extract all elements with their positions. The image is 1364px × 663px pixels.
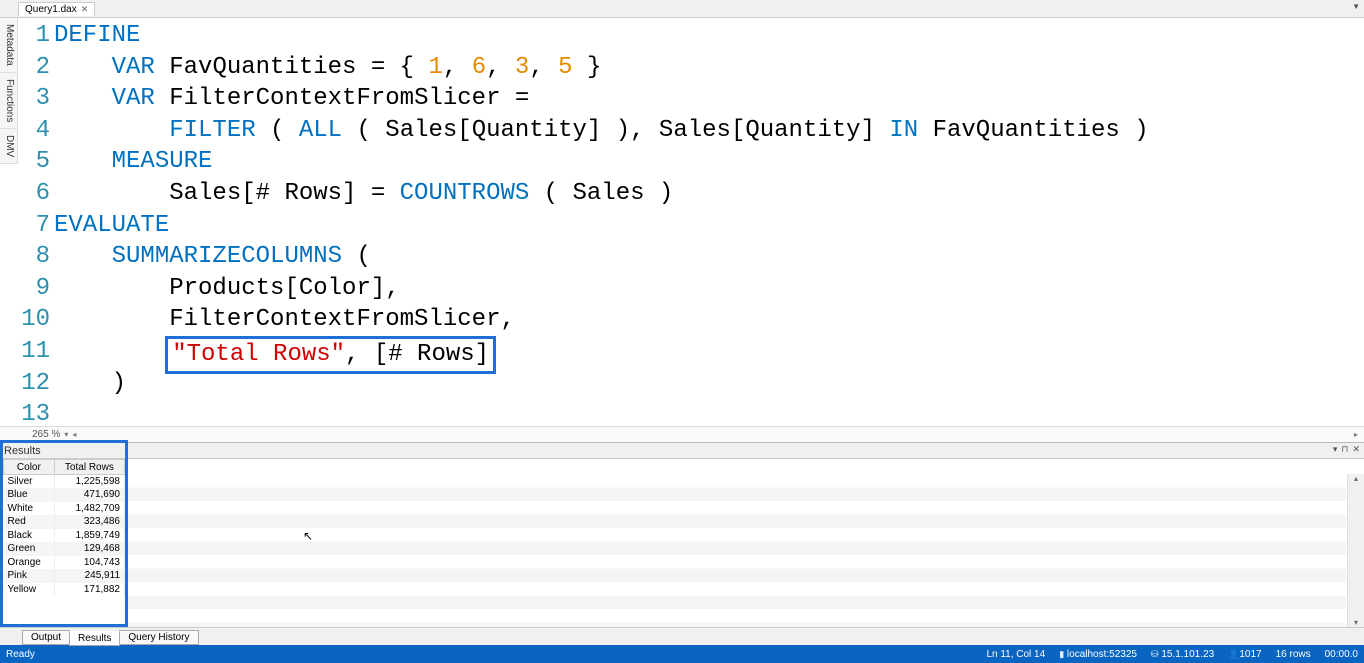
table-row[interactable]: Yellow171,882: [4, 583, 125, 597]
results-grid[interactable]: ColorTotal Rows Silver1,225,598Blue471,6…: [3, 459, 125, 596]
status-rows: 16 rows: [1276, 649, 1311, 660]
status-ready: Ready: [6, 649, 986, 660]
column-header[interactable]: Color: [4, 460, 55, 475]
table-row[interactable]: Orange104,743: [4, 556, 125, 570]
panel-dropdown-icon[interactable]: ▾: [1333, 444, 1338, 455]
results-title: Results: [4, 445, 41, 457]
hscroll-left-icon[interactable]: ◂: [72, 430, 76, 439]
side-tab-metadata[interactable]: Metadata: [0, 18, 17, 73]
side-tab-functions[interactable]: Functions: [0, 73, 17, 129]
status-bar: Ready Ln 11, Col 14 ▮ localhost:52325 ⛁ …: [0, 645, 1364, 663]
table-row[interactable]: Silver1,225,598: [4, 475, 125, 489]
left-tool-tabs: Metadata Functions DMV: [0, 18, 18, 164]
table-row[interactable]: Pink245,911: [4, 569, 125, 583]
document-tab-bar: Query1.dax ✕ ▼: [0, 0, 1364, 18]
status-time: 00:00.0: [1325, 649, 1358, 660]
line-gutter: 12345678910111213: [18, 18, 54, 426]
status-cursor-pos: Ln 11, Col 14: [986, 649, 1045, 660]
pin-icon[interactable]: ⊓: [1341, 444, 1348, 455]
table-row[interactable]: Blue471,690: [4, 488, 125, 502]
code-editor[interactable]: 12345678910111213 DEFINE VAR FavQuantiti…: [18, 18, 1364, 426]
table-row[interactable]: White1,482,709: [4, 502, 125, 516]
zoom-dropdown-icon[interactable]: ▾: [64, 430, 68, 439]
status-host: localhost:52325: [1067, 649, 1137, 660]
close-icon[interactable]: ✕: [81, 4, 89, 15]
server-icon: ▮: [1059, 649, 1064, 659]
results-empty-area: ↖: [128, 459, 1364, 627]
close-panel-icon[interactable]: ✕: [1352, 444, 1360, 455]
zoom-level[interactable]: 265 %: [32, 429, 60, 440]
editor-zoom-bar: 265 % ▾ ◂ ▸: [0, 426, 1364, 442]
results-grid-wrap: ColorTotal Rows Silver1,225,598Blue471,6…: [0, 459, 128, 627]
bottom-tab-strip: Output Results Query History: [0, 627, 1364, 645]
tab-query-history[interactable]: Query History: [119, 630, 198, 645]
code-content[interactable]: DEFINE VAR FavQuantities = { 1, 6, 3, 5 …: [54, 18, 1364, 426]
side-tab-dmv[interactable]: DMV: [0, 129, 17, 164]
document-tab[interactable]: Query1.dax ✕: [18, 2, 95, 16]
results-header: Results ▾ ⊓ ✕: [0, 443, 1364, 459]
hscroll-right-icon[interactable]: ▸: [1354, 430, 1358, 439]
status-users: 1017: [1239, 649, 1261, 660]
tab-output[interactable]: Output: [22, 630, 70, 645]
db-icon: ⛁: [1151, 649, 1159, 659]
status-version: 15.1.101.23: [1161, 649, 1214, 660]
tab-dropdown-icon[interactable]: ▼: [1352, 2, 1360, 11]
tab-title: Query1.dax: [25, 4, 77, 15]
table-row[interactable]: Green129,468: [4, 542, 125, 556]
tab-results[interactable]: Results: [69, 631, 120, 646]
column-header[interactable]: Total Rows: [54, 460, 124, 475]
results-scrollbar[interactable]: [1347, 474, 1364, 627]
table-row[interactable]: Red323,486: [4, 515, 125, 529]
user-icon: 👤: [1228, 649, 1239, 659]
table-row[interactable]: Black1,859,749: [4, 529, 125, 543]
results-panel: Results ▾ ⊓ ✕ ColorTotal Rows Silver1,22…: [0, 442, 1364, 627]
